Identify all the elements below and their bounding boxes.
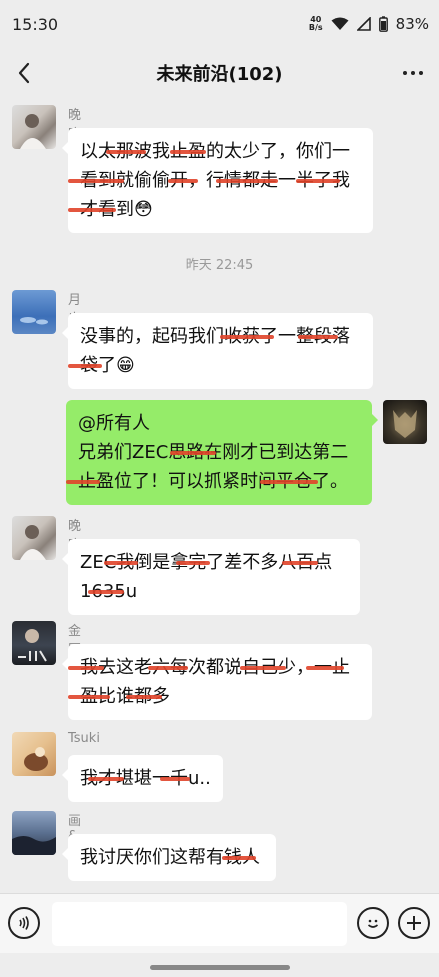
redaction-mark xyxy=(176,561,210,565)
avatar[interactable] xyxy=(12,105,56,149)
redaction-mark xyxy=(68,364,102,368)
redaction-mark xyxy=(68,695,110,699)
emoji-button[interactable] xyxy=(357,907,389,939)
redaction-mark xyxy=(160,777,190,781)
redaction-mark xyxy=(220,335,274,339)
avatar[interactable] xyxy=(12,732,56,776)
redaction-mark xyxy=(88,590,124,594)
more-dot xyxy=(403,71,407,75)
voice-button[interactable] xyxy=(8,907,40,939)
message-line: 才看到😳 xyxy=(80,199,153,220)
more-button[interactable] xyxy=(395,57,431,89)
home-indicator[interactable] xyxy=(150,965,290,970)
avatar[interactable] xyxy=(383,400,427,444)
status-time: 15:30 xyxy=(12,14,59,34)
avatar[interactable] xyxy=(12,516,56,560)
voice-icon xyxy=(19,916,29,930)
redaction-mark xyxy=(88,777,124,781)
redaction-mark xyxy=(282,561,318,565)
redaction-mark xyxy=(306,666,344,670)
redaction-mark xyxy=(68,666,104,670)
message-bubble[interactable]: ZEC我倒是拿完了差不多八百点 1635u xyxy=(62,539,360,615)
wifi-icon xyxy=(331,17,349,30)
status-bar: 15:30 40 B/s 83% xyxy=(0,0,439,48)
message-input[interactable] xyxy=(52,902,347,946)
message-line: 盈比谁都多 xyxy=(80,686,170,707)
timestamp: 昨天 22:45 xyxy=(185,258,254,273)
signal-icon xyxy=(356,17,371,31)
chevron-left-icon xyxy=(18,62,30,84)
redaction-mark xyxy=(126,695,162,699)
redaction-mark xyxy=(296,179,340,183)
message-bubble[interactable]: @所有人 兄弟们ZEC思路在刚才已到达第二 止盈位了！可以抓紧时间平仓了。 xyxy=(66,400,378,505)
message-line: 兄弟们ZEC思路在刚才已到达第二 xyxy=(78,442,349,463)
battery-percent: 83% xyxy=(395,15,429,33)
redaction-mark xyxy=(170,451,216,455)
net-speed: 40 B/s xyxy=(308,15,323,32)
avatar[interactable] xyxy=(12,811,56,855)
redaction-mark xyxy=(216,179,278,183)
message-bubble[interactable]: 没事的，起码我们收获了一整段落 袋了😁 xyxy=(62,313,373,389)
smiley-icon xyxy=(367,919,379,928)
redaction-mark xyxy=(168,179,198,183)
battery-icon xyxy=(378,16,388,32)
redaction-mark xyxy=(148,666,188,670)
plus-button[interactable] xyxy=(398,907,430,939)
chat-area[interactable]: 晚晚 以太那波我止盈的太少了，你们一 看到就偷偷开，行情都走一半了我 才看到😳 … xyxy=(0,98,439,893)
avatar[interactable] xyxy=(12,290,56,334)
message-line: 袋了😁 xyxy=(80,355,135,376)
message-line: @所有人 xyxy=(78,413,150,434)
redaction-mark xyxy=(170,150,206,154)
redaction-mark xyxy=(240,666,286,670)
redaction-mark xyxy=(260,480,318,484)
redaction-mark xyxy=(68,208,116,212)
message-bubble[interactable]: 我讨厌你们这帮有钱人 xyxy=(62,834,276,881)
redaction-mark xyxy=(104,561,138,565)
redaction-mark xyxy=(66,480,100,484)
message-bubble[interactable]: 我去这老六每次都说自己少，一止 盈比谁都多 xyxy=(62,644,372,720)
avatar[interactable] xyxy=(12,621,56,665)
chat-title: 未来前沿(102) xyxy=(156,64,283,85)
redaction-mark xyxy=(106,150,146,154)
chat-header: 未来前沿(102) xyxy=(0,48,439,98)
back-button[interactable] xyxy=(8,57,40,89)
input-bar xyxy=(0,893,439,953)
plus-icon xyxy=(407,916,421,930)
message-bubble[interactable]: 我才堪堪一千u.. xyxy=(62,755,223,802)
sender-name: Tsuki xyxy=(68,731,100,746)
redaction-mark xyxy=(298,335,338,339)
status-icons: 40 B/s 83% xyxy=(309,15,429,33)
message-bubble[interactable]: 以太那波我止盈的太少了，你们一 看到就偷偷开，行情都走一半了我 才看到😳 xyxy=(62,128,373,233)
more-dot xyxy=(419,71,423,75)
redaction-mark xyxy=(68,179,124,183)
more-dot xyxy=(411,71,415,75)
redaction-mark xyxy=(222,856,256,860)
